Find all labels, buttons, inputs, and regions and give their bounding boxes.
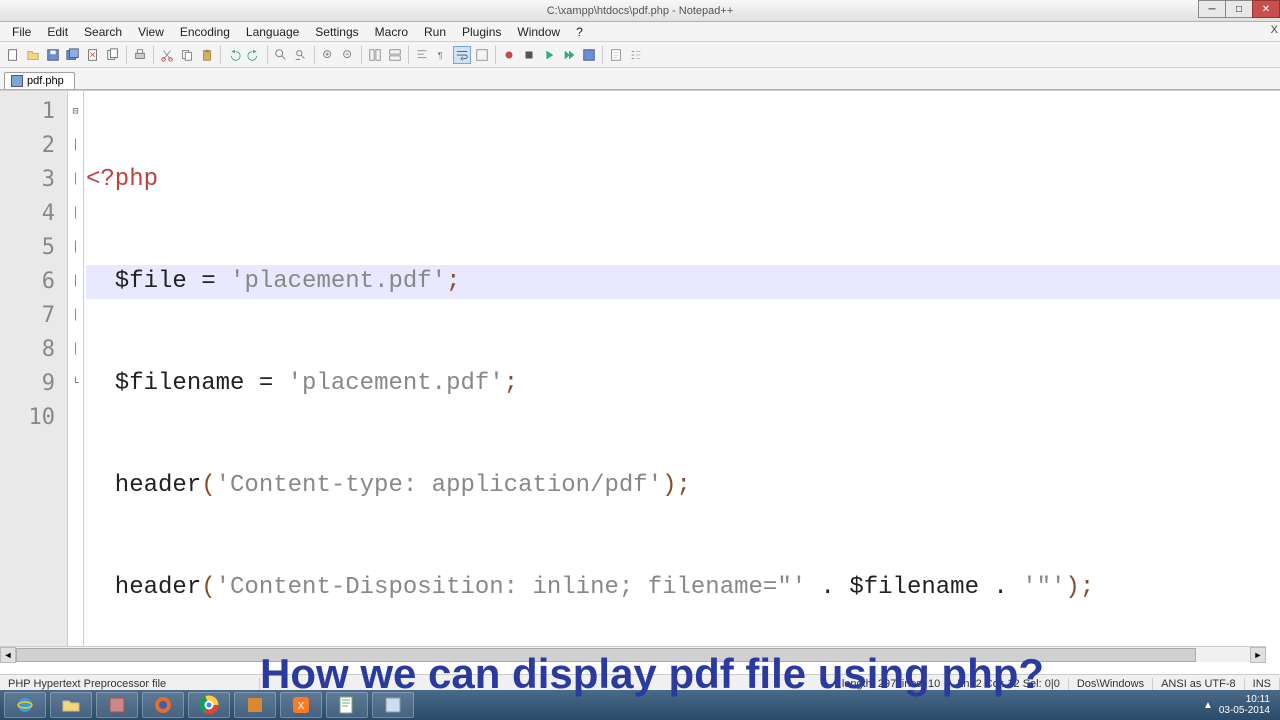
close-file-icon[interactable] [84, 46, 102, 64]
indent-guide-icon[interactable] [413, 46, 431, 64]
menu-run[interactable]: Run [416, 23, 454, 41]
menu-view[interactable]: View [130, 23, 172, 41]
macro-play-multi-icon[interactable] [560, 46, 578, 64]
status-encoding: ANSI as UTF-8 [1153, 678, 1245, 690]
menu-plugins[interactable]: Plugins [454, 23, 509, 41]
cut-icon[interactable] [158, 46, 176, 64]
menu-window[interactable]: Window [509, 23, 568, 41]
file-icon [11, 75, 23, 87]
menu-bar: File Edit Search View Encoding Language … [0, 22, 1280, 42]
menu-help[interactable]: ? [568, 23, 591, 41]
sync-v-icon[interactable] [366, 46, 384, 64]
tray-clock[interactable]: 10:11 03-05-2014 [1219, 694, 1270, 716]
chrome-icon[interactable] [188, 692, 230, 718]
menu-search[interactable]: Search [76, 23, 130, 41]
code-editor[interactable]: 12345678910 ⊟│││││││└ <?php $file = 'pla… [0, 90, 1280, 662]
menu-macro[interactable]: Macro [367, 23, 416, 41]
user-lang-icon[interactable] [473, 46, 491, 64]
status-filetype: PHP Hypertext Preprocessor file [0, 678, 260, 690]
new-file-icon[interactable] [4, 46, 22, 64]
maximize-button[interactable]: □ [1225, 0, 1253, 18]
fold-column[interactable]: ⊟│││││││└ [68, 91, 84, 662]
sync-h-icon[interactable] [386, 46, 404, 64]
open-file-icon[interactable] [24, 46, 42, 64]
close-all-icon[interactable] [104, 46, 122, 64]
secondary-close-icon[interactable]: X [1271, 24, 1278, 36]
save-icon[interactable] [44, 46, 62, 64]
print-icon[interactable] [131, 46, 149, 64]
hidechar-icon[interactable]: ¶ [433, 46, 451, 64]
func-list-icon[interactable] [627, 46, 645, 64]
menu-edit[interactable]: Edit [39, 23, 76, 41]
video-caption: How we can display pdf file using php? [260, 650, 1044, 698]
ie-icon[interactable] [4, 692, 46, 718]
macro-stop-icon[interactable] [520, 46, 538, 64]
minimize-button[interactable]: ─ [1198, 0, 1226, 18]
explorer-icon[interactable] [50, 692, 92, 718]
save-all-icon[interactable] [64, 46, 82, 64]
status-mode: INS [1245, 678, 1280, 690]
scroll-left-icon[interactable]: ◄ [0, 647, 16, 663]
menu-language[interactable]: Language [238, 23, 307, 41]
close-button[interactable]: ✕ [1252, 0, 1280, 18]
macro-save-icon[interactable] [580, 46, 598, 64]
window-title: C:\xampp\htdocs\pdf.php - Notepad++ [547, 5, 734, 17]
replace-icon[interactable] [292, 46, 310, 64]
find-icon[interactable] [272, 46, 290, 64]
macro-rec-icon[interactable] [500, 46, 518, 64]
wordwrap-icon[interactable] [453, 46, 471, 64]
status-eol: Dos\Windows [1069, 678, 1153, 690]
menu-file[interactable]: File [4, 23, 39, 41]
system-tray[interactable]: ▲ 10:11 03-05-2014 [1203, 694, 1276, 716]
code-area[interactable]: <?php $file = 'placement.pdf'; $filename… [84, 91, 1280, 662]
title-bar: C:\xampp\htdocs\pdf.php - Notepad++ ─ □ … [0, 0, 1280, 22]
menu-settings[interactable]: Settings [307, 23, 366, 41]
doc-map-icon[interactable] [607, 46, 625, 64]
svg-text:X: X [298, 701, 305, 712]
copy-icon[interactable] [178, 46, 196, 64]
svg-text:¶: ¶ [438, 50, 443, 61]
toolbar: ¶ [0, 42, 1280, 68]
tray-flag-icon: ▲ [1203, 700, 1213, 711]
macro-play-icon[interactable] [540, 46, 558, 64]
tab-bar: pdf.php [0, 68, 1280, 90]
line-number-gutter: 12345678910 [0, 91, 68, 662]
scroll-right-icon[interactable]: ► [1250, 647, 1266, 663]
tab-label: pdf.php [27, 75, 64, 87]
undo-icon[interactable] [225, 46, 243, 64]
firefox-icon[interactable] [142, 692, 184, 718]
menu-encoding[interactable]: Encoding [172, 23, 238, 41]
zoom-out-icon[interactable] [339, 46, 357, 64]
tab-pdf-php[interactable]: pdf.php [4, 72, 75, 89]
zoom-in-icon[interactable] [319, 46, 337, 64]
redo-icon[interactable] [245, 46, 263, 64]
app1-icon[interactable] [96, 692, 138, 718]
paste-icon[interactable] [198, 46, 216, 64]
